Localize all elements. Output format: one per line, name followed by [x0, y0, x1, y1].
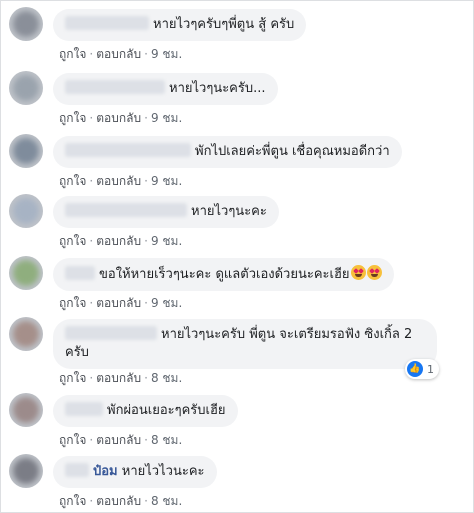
like-link[interactable]: ถูกใจ	[59, 371, 86, 385]
separator: ·	[144, 174, 148, 188]
comment-actions: ถูกใจ · ตอบกลับ · 9 ชม.	[59, 45, 182, 64]
separator: ·	[89, 433, 94, 447]
separator: ·	[144, 111, 148, 125]
separator: ·	[89, 296, 94, 310]
like-link[interactable]: ถูกใจ	[59, 47, 86, 61]
comment-bubble: พักไปเลยค่ะพี่ตูน เชื่อคุณหมอดีกว่า	[53, 136, 402, 168]
timestamp[interactable]: 9 ชม.	[151, 296, 182, 310]
comment-text: หายไวๆนะครับ...	[169, 81, 266, 96]
comment-actions: ถูกใจ · ตอบกลับ · 8 ชม.	[59, 431, 182, 450]
comment-bubble: หายไวๆนะคะ	[53, 196, 279, 228]
comment-actions: ถูกใจ · ตอบกลับ · 9 ชม.	[59, 294, 182, 313]
blurred-name[interactable]	[65, 402, 103, 416]
like-link[interactable]: ถูกใจ	[59, 494, 86, 508]
timestamp[interactable]: 8 ชม.	[151, 433, 182, 447]
comment-text: หายไวๆนะคะ	[191, 204, 267, 219]
comment-text: ขอให้หายเร็วๆนะคะ ดูแลตัวเองด้วยนะคะเฮีย	[99, 267, 350, 282]
comment-text: หายไวๆครับๆพี่ตูน สู้ ครับ	[153, 17, 295, 32]
separator: ·	[89, 47, 94, 61]
avatar[interactable]	[9, 393, 43, 427]
timestamp[interactable]: 8 ชม.	[151, 494, 182, 508]
reply-link[interactable]: ตอบกลับ	[96, 433, 141, 447]
like-link[interactable]: ถูกใจ	[59, 111, 86, 125]
reply-link[interactable]: ตอบกลับ	[96, 494, 141, 508]
comment-text: หายไวไวนะคะ	[121, 464, 205, 479]
blurred-name[interactable]	[65, 266, 95, 280]
reply-link[interactable]: ตอบกลับ	[96, 371, 141, 385]
avatar[interactable]	[9, 454, 43, 488]
heart-eyes-emoji-icon	[350, 265, 366, 280]
separator: ·	[89, 234, 94, 248]
comment-bubble: หายไวๆนะครับ พี่ตูน จะเตรียมรอฟัง ซิงเกิ…	[53, 319, 437, 369]
separator: ·	[144, 494, 148, 508]
separator: ·	[89, 494, 94, 508]
separator: ·	[144, 371, 148, 385]
comment-feed: หายไวๆครับๆพี่ตูน สู้ ครับ ถูกใจ · ตอบกลับ…	[0, 0, 474, 513]
comment-actions: ถูกใจ · ตอบกลับ · 8 ชม.	[59, 369, 182, 388]
comment-bubble: ขอให้หายเร็วๆนะคะ ดูแลตัวเองด้วยนะคะเฮีย	[53, 258, 394, 291]
avatar[interactable]	[9, 317, 43, 351]
heart-eyes-emoji-icon	[366, 265, 382, 280]
comment-actions: ถูกใจ · ตอบกลับ · 9 ชม.	[59, 109, 182, 128]
like-link[interactable]: ถูกใจ	[59, 174, 86, 188]
timestamp[interactable]: 9 ชม.	[151, 174, 182, 188]
comment-actions: ถูกใจ · ตอบกลับ · 9 ชม.	[59, 172, 182, 191]
separator: ·	[144, 433, 148, 447]
avatar[interactable]	[9, 7, 43, 41]
separator: ·	[144, 234, 148, 248]
like-link[interactable]: ถูกใจ	[59, 296, 86, 310]
thumbs-up-icon: 👍	[407, 361, 423, 377]
reply-link[interactable]: ตอบกลับ	[96, 234, 141, 248]
comment-bubble: หายไวๆครับๆพี่ตูน สู้ ครับ	[53, 9, 307, 41]
comment-actions: ถูกใจ · ตอบกลับ · 9 ชม.	[59, 232, 182, 251]
reply-link[interactable]: ตอบกลับ	[96, 111, 141, 125]
separator: ·	[89, 371, 94, 385]
reaction-number: 1	[427, 362, 434, 376]
reply-link[interactable]: ตอบกลับ	[96, 47, 141, 61]
avatar[interactable]	[9, 194, 43, 228]
avatar[interactable]	[9, 256, 43, 290]
blurred-name[interactable]	[65, 16, 149, 30]
timestamp[interactable]: 8 ชม.	[151, 371, 182, 385]
avatar[interactable]	[9, 134, 43, 168]
timestamp[interactable]: 9 ชม.	[151, 47, 182, 61]
like-link[interactable]: ถูกใจ	[59, 234, 86, 248]
reply-link[interactable]: ตอบกลับ	[96, 174, 141, 188]
blurred-name[interactable]	[65, 143, 191, 157]
like-link[interactable]: ถูกใจ	[59, 433, 86, 447]
reaction-count[interactable]: 👍 1	[405, 359, 439, 379]
blurred-name[interactable]	[65, 203, 187, 217]
blurred-name[interactable]	[65, 80, 165, 94]
timestamp[interactable]: 9 ชม.	[151, 234, 182, 248]
avatar[interactable]	[9, 71, 43, 105]
separator: ·	[144, 296, 148, 310]
commenter-name[interactable]: ป๋อม	[93, 464, 118, 479]
separator: ·	[144, 47, 148, 61]
reply-link[interactable]: ตอบกลับ	[96, 296, 141, 310]
comment-text: พักผ่อนเยอะๆครับเฮีย	[107, 403, 226, 418]
separator: ·	[89, 111, 94, 125]
comment-bubble: พักผ่อนเยอะๆครับเฮีย	[53, 395, 238, 427]
separator: ·	[89, 174, 94, 188]
blurred-name[interactable]	[65, 326, 157, 340]
comment-text: พักไปเลยค่ะพี่ตูน เชื่อคุณหมอดีกว่า	[195, 144, 390, 159]
timestamp[interactable]: 9 ชม.	[151, 111, 182, 125]
blurred-name[interactable]	[65, 463, 89, 477]
comment-bubble: หายไวๆนะครับ...	[53, 73, 278, 105]
comment-actions: ถูกใจ · ตอบกลับ · 8 ชม.	[59, 492, 182, 511]
comment-bubble: ป๋อม หายไวไวนะคะ	[53, 456, 217, 488]
